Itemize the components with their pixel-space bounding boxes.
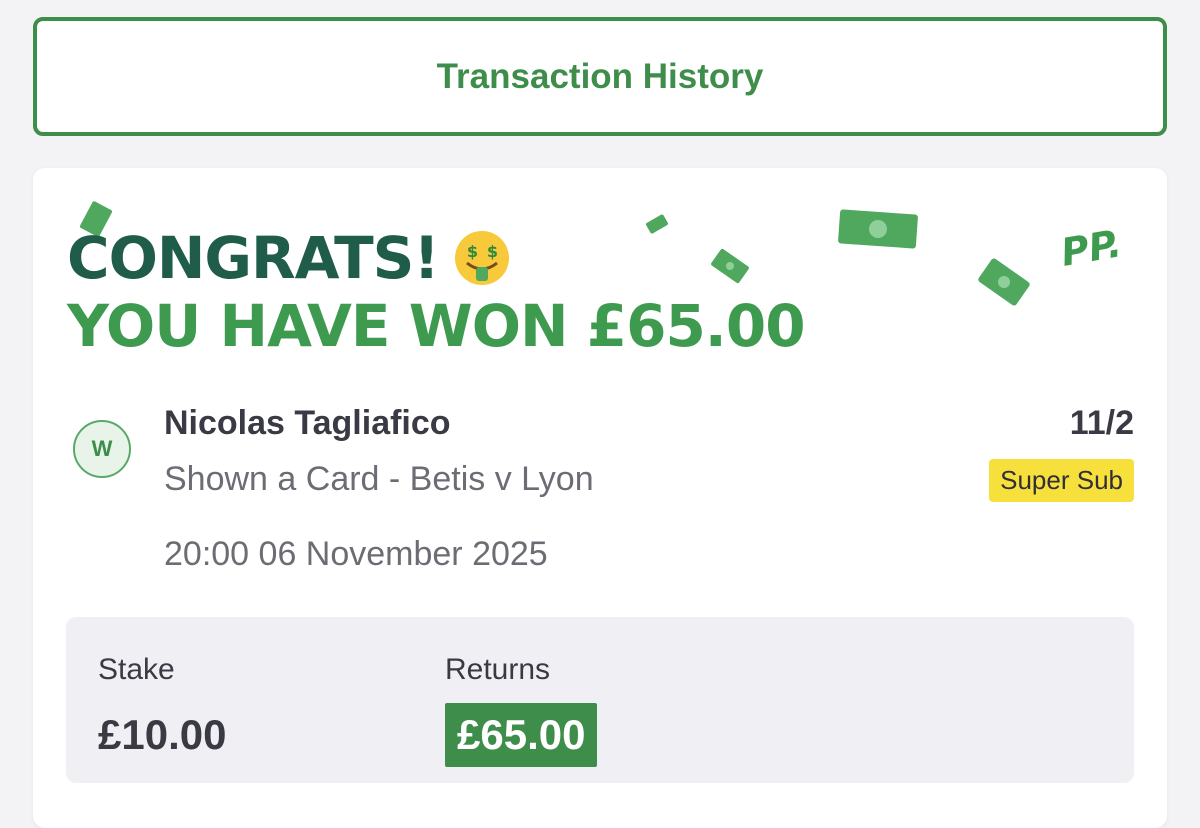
svg-text:$: $ bbox=[487, 242, 498, 261]
won-amount-headline: YOU HAVE WON £65.00 bbox=[67, 292, 806, 360]
returns-value: £65.00 bbox=[445, 703, 598, 767]
returns-label: Returns bbox=[445, 653, 551, 686]
market-event: Shown a Card - Betis v Lyon bbox=[164, 460, 594, 498]
super-sub-badge: Super Sub bbox=[989, 459, 1134, 502]
stake-returns-panel: Stake £10.00 Returns £65.00 bbox=[66, 617, 1134, 783]
win-status-badge: W bbox=[73, 420, 131, 478]
brand-logo: PP. bbox=[1057, 221, 1125, 275]
stake-label: Stake bbox=[98, 653, 175, 686]
money-mouth-face-icon: $ $ bbox=[453, 229, 511, 287]
odds-value: 11/2 bbox=[1069, 404, 1134, 442]
transaction-history-button[interactable]: Transaction History bbox=[33, 17, 1167, 136]
stake-value: £10.00 bbox=[98, 711, 227, 758]
congrats-headline: CONGRATS! $ $ bbox=[67, 224, 511, 292]
event-datetime: 20:00 06 November 2025 bbox=[164, 535, 548, 573]
bet-result-card: PP. CONGRATS! $ $ YOU HAVE WON £65.00 W … bbox=[33, 168, 1167, 828]
selection-name: Nicolas Tagliafico bbox=[164, 404, 451, 442]
congrats-text: CONGRATS! bbox=[67, 224, 440, 292]
svg-text:$: $ bbox=[467, 242, 478, 261]
